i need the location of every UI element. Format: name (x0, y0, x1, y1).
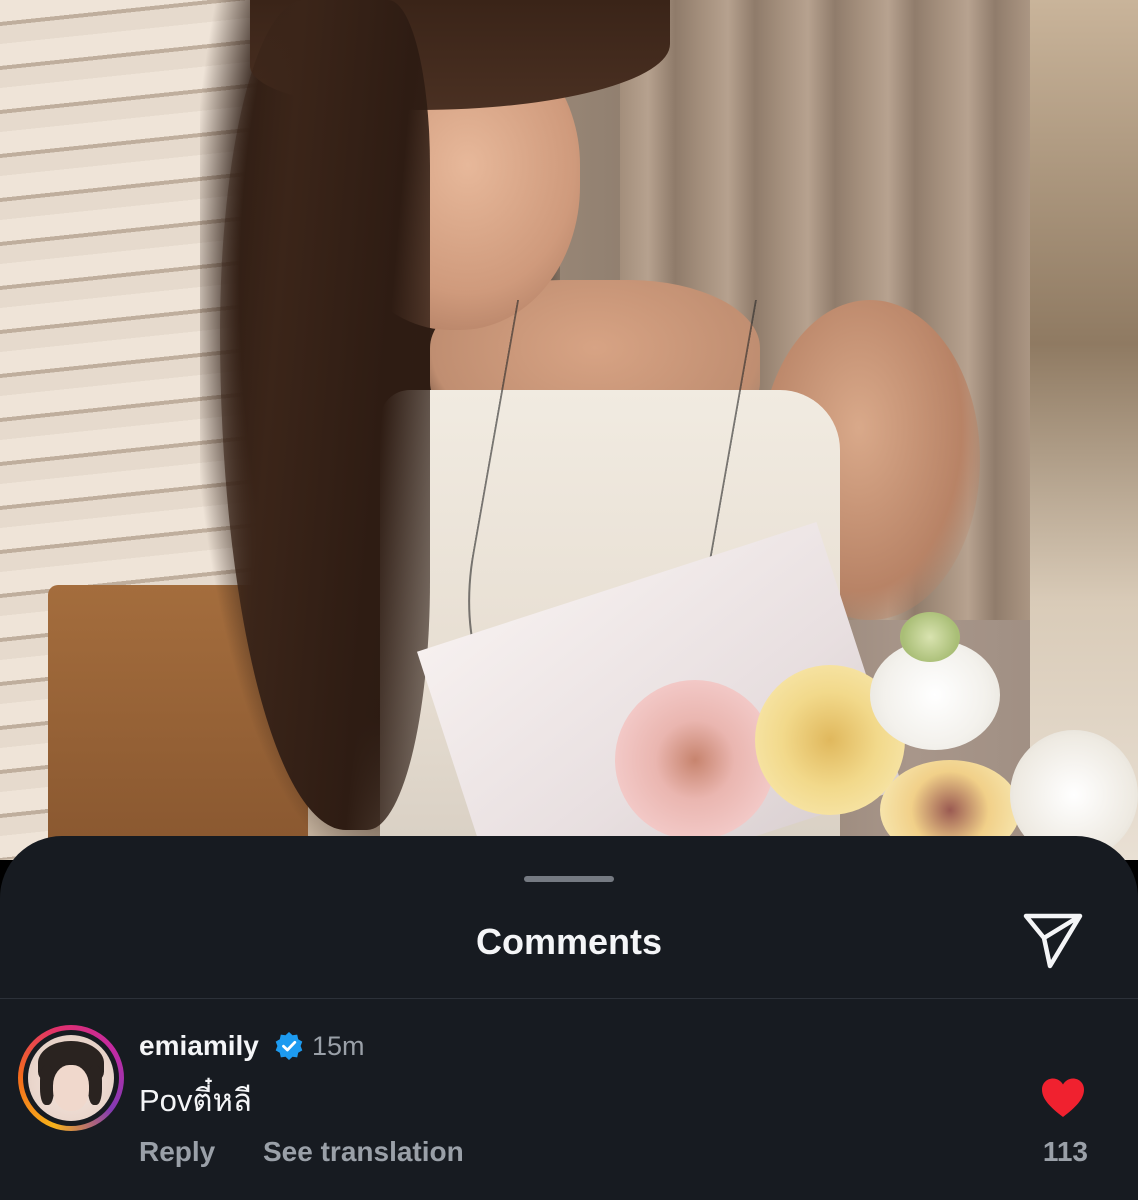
like-button[interactable] (1040, 1077, 1088, 1121)
sheet-title: Comments (475, 921, 663, 962)
avatar-story-ring[interactable] (18, 1025, 124, 1131)
sheet-drag-handle[interactable] (524, 876, 614, 882)
comment-username[interactable]: emiamily (139, 1029, 259, 1063)
see-translation-button[interactable]: See translation (263, 1135, 464, 1169)
comments-sheet: Comments emiamily 15m Povตี๋หลี Reply Se… (0, 836, 1138, 1200)
pink-gerbera (615, 680, 775, 840)
flower-bud (900, 612, 960, 662)
comment-item: emiamily 15m Povตี๋หลี Reply See transla… (0, 999, 1138, 1200)
comment-text: Povตี๋หลี (139, 1083, 252, 1118)
like-count: 113 (1042, 1136, 1088, 1167)
avatar-ring-gap (23, 1030, 119, 1126)
comment-timestamp: 15m (312, 1031, 365, 1061)
avatar-face (53, 1065, 89, 1111)
avatar-hair-left (40, 1065, 54, 1105)
share-button[interactable] (1020, 910, 1086, 972)
avatar-hair-right (88, 1065, 102, 1105)
avatar (28, 1035, 114, 1121)
reply-button[interactable]: Reply (139, 1135, 215, 1169)
heart-filled-icon (1042, 1078, 1084, 1117)
post-photo (0, 0, 1138, 860)
verified-badge-icon (275, 1032, 303, 1060)
send-icon (1023, 913, 1083, 969)
